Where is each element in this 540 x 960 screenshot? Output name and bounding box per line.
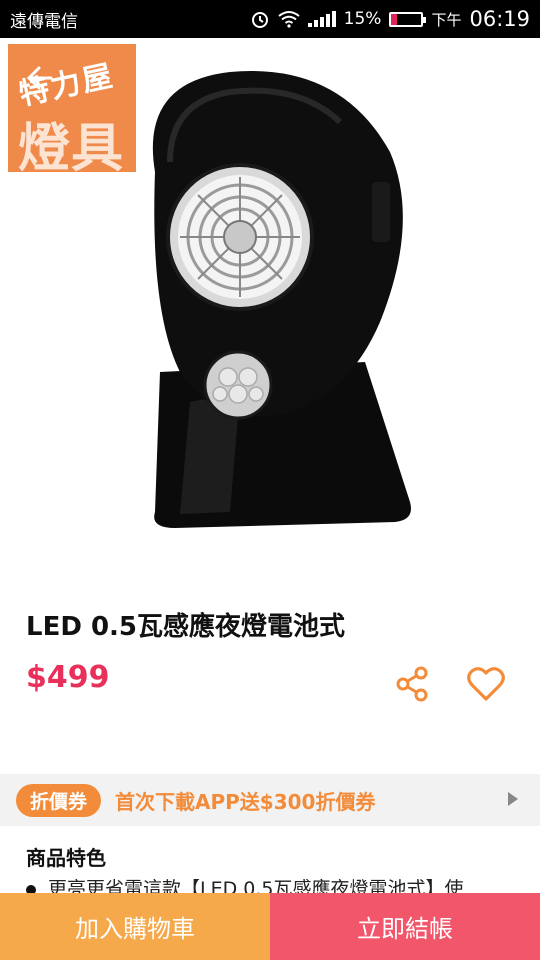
product-image (152, 71, 411, 528)
cart-icon (492, 68, 518, 93)
share-button[interactable] (393, 664, 433, 704)
product-title: LED 0.5瓦感應夜燈電池式 (26, 612, 346, 642)
share-icon (396, 666, 428, 702)
coupon-text: 首次下載APP送$300折價券 (115, 789, 376, 814)
search-button[interactable] (406, 58, 450, 102)
back-button[interactable] (18, 56, 62, 100)
product-image-area[interactable]: 特力屋 燈具 (0, 38, 540, 593)
product-price: $499 (26, 660, 110, 695)
cart-button[interactable] (482, 58, 526, 102)
features-heading: 商品特色 (26, 846, 106, 870)
battery-icon (389, 11, 427, 27)
coupon-banner[interactable]: 折價券 首次下載APP送$300折價券 (0, 774, 540, 826)
wifi-icon (278, 11, 300, 28)
carrier-label: 遠傳電信 (10, 11, 78, 32)
clock: 06:19 (469, 7, 530, 31)
favorite-button[interactable] (464, 662, 508, 706)
heart-icon (467, 667, 505, 701)
battery-percent: 15% (343, 9, 382, 29)
ampm-label: 下午 (431, 10, 462, 29)
add-to-cart-button[interactable]: 加入購物車 (0, 893, 270, 960)
chevron-right-icon (508, 792, 518, 806)
signal-icon (307, 11, 336, 27)
status-icons: 15% 下午 06:19 (250, 7, 530, 31)
checkout-button[interactable]: 立即結帳 (270, 893, 540, 960)
search-icon (414, 66, 443, 95)
back-arrow-icon (26, 66, 53, 90)
coupon-badge: 折價券 (16, 783, 102, 817)
bottom-action-bar: 加入購物車 立即結帳 (0, 893, 540, 960)
alarm-icon (251, 12, 268, 28)
status-bar: 遠傳電信 15% 下午 06:19 (0, 0, 540, 38)
